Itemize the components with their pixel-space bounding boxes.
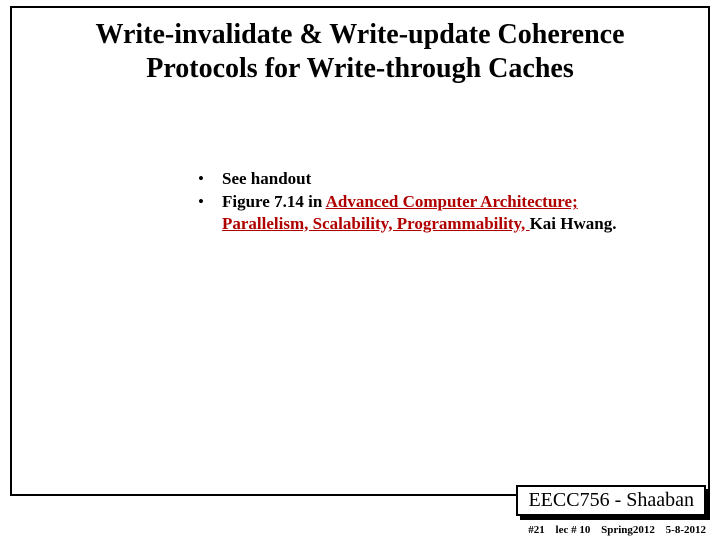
list-item: • Figure 7.14 in Advanced Computer Archi… bbox=[192, 191, 632, 234]
lecture-number: lec # 10 bbox=[556, 524, 591, 536]
title-line-2: Protocols for Write-through Caches bbox=[146, 53, 573, 84]
list-item: • See handout bbox=[192, 168, 632, 189]
term-label: Spring2012 bbox=[601, 524, 655, 536]
title-line-1: Write-invalidate & Write-update Coherenc… bbox=[95, 19, 624, 50]
course-badge-text: EECC756 - Shaaban bbox=[516, 485, 706, 516]
slide-number: #21 bbox=[528, 524, 545, 536]
course-badge: EECC756 - Shaaban bbox=[516, 485, 706, 516]
bullet-text-1: See handout bbox=[222, 168, 632, 189]
footer-meta: #21 lec # 10 Spring2012 5-8-2012 bbox=[528, 524, 706, 536]
bullet-list: • See handout • Figure 7.14 in Advanced … bbox=[192, 168, 632, 236]
slide-frame: Write-invalidate & Write-update Coherenc… bbox=[10, 6, 710, 496]
bullet-dot: • bbox=[192, 168, 222, 189]
bullet-dot: • bbox=[192, 191, 222, 234]
bullet-text-2: Figure 7.14 in Advanced Computer Archite… bbox=[222, 191, 632, 234]
slide-date: 5-8-2012 bbox=[666, 524, 706, 536]
figure-ref: Figure 7.14 in bbox=[222, 192, 326, 211]
slide-title: Write-invalidate & Write-update Coherenc… bbox=[12, 8, 708, 85]
author-name: Kai Hwang. bbox=[530, 214, 617, 233]
